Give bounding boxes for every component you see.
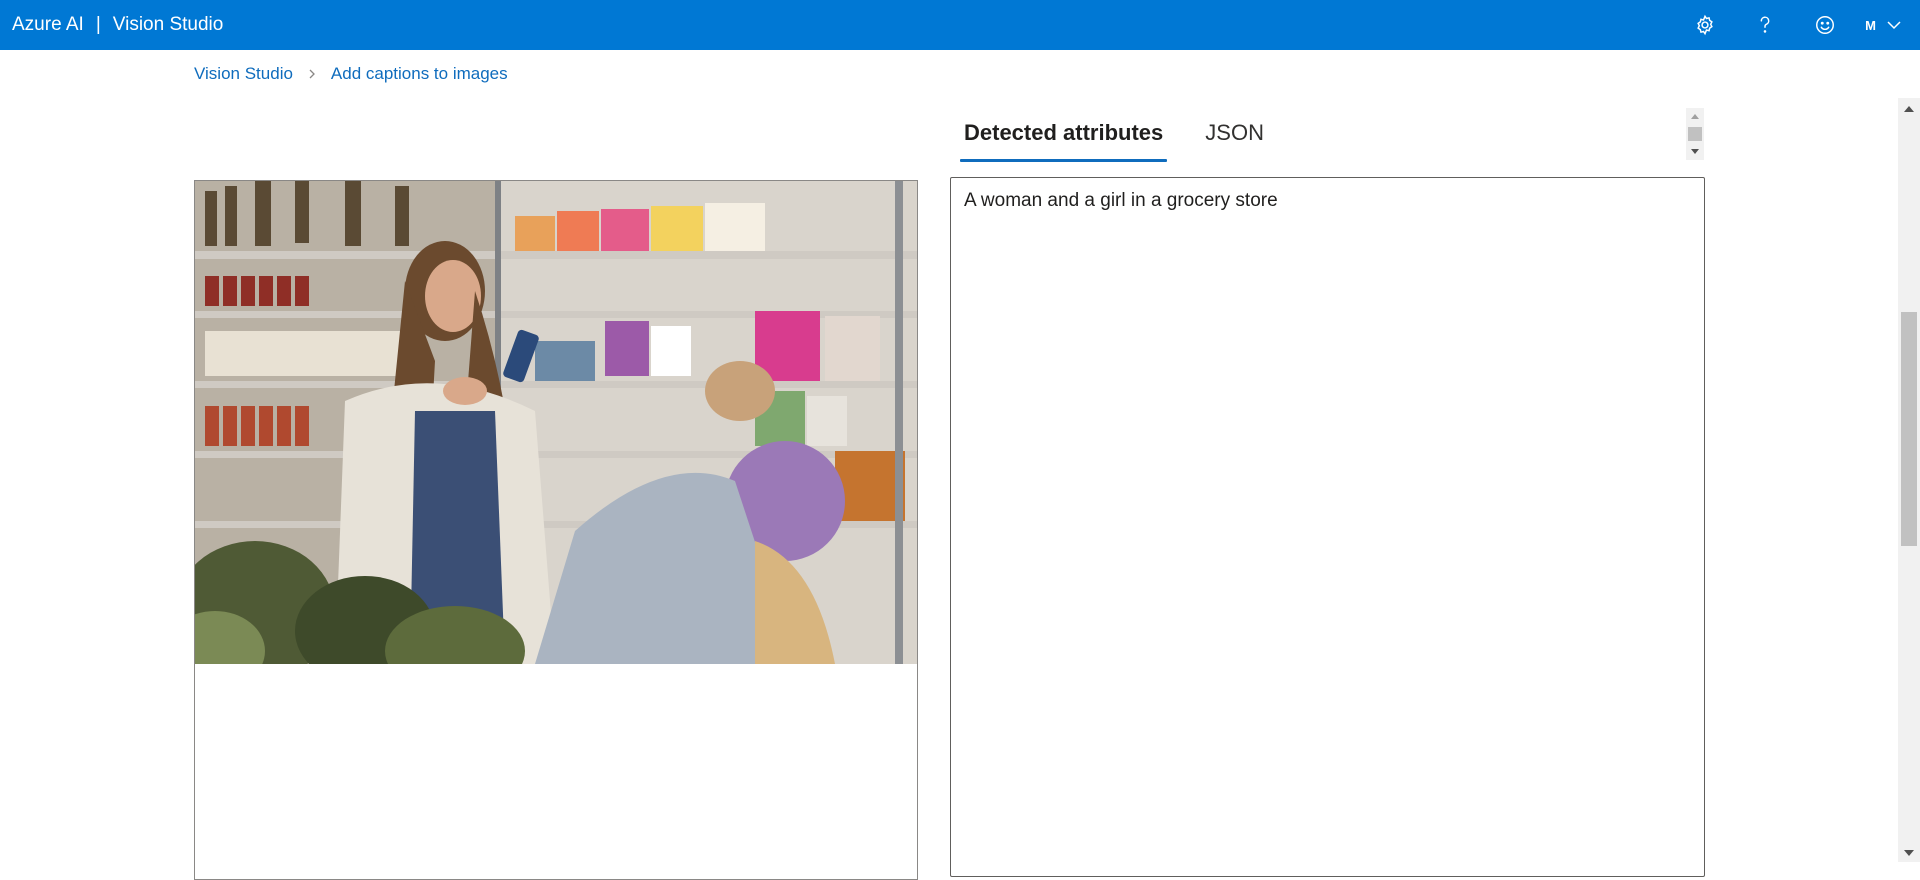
tab-detected-attributes[interactable]: Detected attributes: [960, 108, 1168, 162]
feedback-button[interactable]: [1795, 0, 1855, 50]
help-icon: [1760, 16, 1770, 33]
chevron-down-icon: [1887, 21, 1901, 30]
result-tabs: Detected attributes JSON: [960, 108, 1302, 162]
chevron-right-icon: [307, 68, 317, 80]
image-preview-panel: [194, 180, 918, 880]
tab-json[interactable]: JSON: [1201, 108, 1268, 162]
help-button[interactable]: [1735, 0, 1795, 50]
gear-icon: [1697, 14, 1713, 36]
account-menu-button[interactable]: M: [1855, 0, 1920, 50]
tab-label: Detected attributes: [964, 120, 1164, 145]
app-title[interactable]: Azure AI | Vision Studio: [12, 0, 223, 50]
tab-label: JSON: [1205, 120, 1264, 145]
breadcrumb: Vision Studio Add captions to images: [194, 62, 508, 86]
page-scroll-up-arrow-icon[interactable]: [1898, 100, 1920, 118]
scroll-up-arrow-icon[interactable]: [1686, 109, 1704, 123]
scroll-down-arrow-icon[interactable]: [1686, 145, 1704, 159]
page-scrollbar-thumb[interactable]: [1901, 312, 1917, 546]
analyzed-image: [195, 181, 917, 664]
settings-button[interactable]: [1675, 0, 1735, 50]
top-bar-actions: M: [1675, 0, 1920, 50]
page-scrollbar[interactable]: [1898, 98, 1920, 862]
feedback-smiley-icon: [1816, 16, 1835, 34]
grocery-store-photo: [195, 181, 917, 664]
tab-strip-scrollbar[interactable]: [1686, 108, 1704, 160]
breadcrumb-link-vision-studio[interactable]: Vision Studio: [194, 64, 293, 84]
top-bar: Azure AI | Vision Studio M: [0, 0, 1920, 50]
scrollbar-thumb[interactable]: [1688, 127, 1702, 141]
avatar: M: [1865, 17, 1876, 33]
brand-name: Azure AI: [12, 14, 84, 35]
detected-attributes-panel: A woman and a girl in a grocery store: [950, 177, 1705, 877]
breadcrumb-link-add-captions[interactable]: Add captions to images: [331, 64, 508, 84]
image-caption: A woman and a girl in a grocery store: [964, 190, 1278, 211]
product-name: Vision Studio: [112, 14, 224, 35]
page-scroll-down-arrow-icon[interactable]: [1898, 844, 1920, 862]
brand-separator: |: [95, 14, 101, 35]
